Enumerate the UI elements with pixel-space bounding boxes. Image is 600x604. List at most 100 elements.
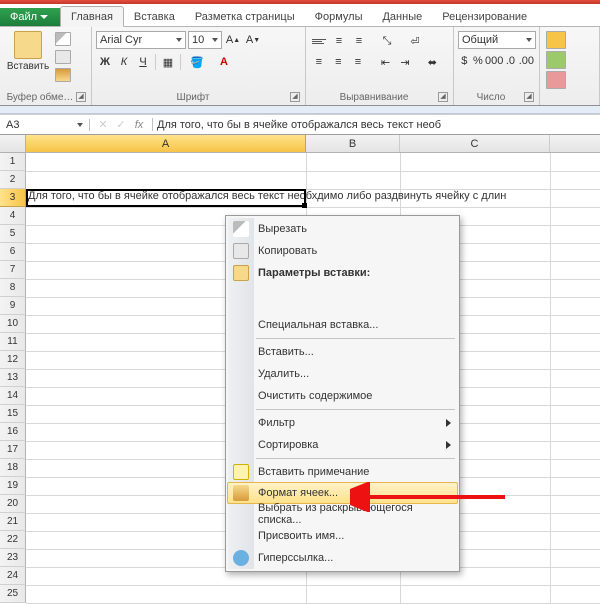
tab-insert[interactable]: Вставка [124, 7, 185, 26]
ribbon: Вставить Буфер обме…◢ Arial Cyr 10 A▲ A▼… [0, 26, 600, 106]
decrease-font-button[interactable]: A▼ [244, 31, 262, 49]
name-box[interactable]: A3 [0, 119, 90, 131]
decrease-decimal-button[interactable]: .00 [518, 52, 535, 70]
borders-button[interactable]: ▦ [159, 53, 177, 71]
row-header[interactable]: 8 [0, 279, 26, 297]
align-top-button[interactable] [310, 32, 328, 50]
row-header[interactable]: 12 [0, 351, 26, 369]
align-right-button[interactable]: ≡ [349, 53, 367, 71]
percent-button[interactable]: % [472, 52, 485, 70]
cancel-formula-icon[interactable]: ✕ [96, 118, 110, 131]
row-header[interactable]: 21 [0, 513, 26, 531]
paste-icon [14, 31, 42, 59]
row-header[interactable]: 25 [0, 585, 26, 603]
align-center-button[interactable]: ≡ [330, 53, 348, 71]
cell-styles-button[interactable] [546, 71, 566, 89]
row-header[interactable]: 9 [0, 297, 26, 315]
column-header-c[interactable]: C [400, 135, 550, 152]
dialog-launcher-icon[interactable]: ◢ [524, 92, 534, 102]
row-header[interactable]: 2 [0, 171, 26, 189]
row-header[interactable]: 24 [0, 567, 26, 585]
formula-input[interactable]: Для того, что бы в ячейке отображался ве… [153, 119, 600, 131]
row-header[interactable]: 6 [0, 243, 26, 261]
ctx-define-name[interactable]: Присвоить имя... [228, 525, 457, 547]
ribbon-group-font: Arial Cyr 10 A▲ A▼ Ж К Ч ▦ 🪣 A Шрифт◢ [92, 27, 306, 105]
number-group-label: Число [477, 92, 506, 103]
increase-decimal-button[interactable]: .0 [504, 52, 517, 70]
ctx-format-cells[interactable]: Формат ячеек... [227, 482, 458, 504]
copy-button[interactable] [55, 50, 71, 64]
row-header[interactable]: 14 [0, 387, 26, 405]
ctx-paste-special[interactable]: Специальная вставка... [228, 314, 457, 336]
font-color-button[interactable]: A [211, 53, 237, 71]
ctx-copy[interactable]: Копировать [228, 240, 457, 262]
enter-formula-icon[interactable]: ✓ [114, 118, 128, 131]
row-header[interactable]: 19 [0, 477, 26, 495]
column-header-b[interactable]: B [306, 135, 400, 152]
ctx-pick-from-list[interactable]: Выбрать из раскрывающегося списка... [228, 503, 457, 525]
merge-button[interactable]: ⬌ [416, 53, 449, 71]
fill-handle[interactable] [302, 203, 307, 208]
dialog-launcher-icon[interactable]: ◢ [76, 92, 86, 102]
align-bottom-button[interactable]: ≡ [350, 32, 368, 50]
ctx-hyperlink[interactable]: Гиперссылка... [228, 547, 457, 569]
row-header[interactable]: 3 [0, 189, 26, 207]
tab-home[interactable]: Главная [60, 6, 124, 27]
submenu-arrow-icon [446, 441, 451, 449]
dialog-launcher-icon[interactable]: ◢ [290, 92, 300, 102]
row-header[interactable]: 23 [0, 549, 26, 567]
number-format-combo[interactable]: Общий [458, 31, 536, 49]
currency-button[interactable]: $ [458, 52, 471, 70]
row-header[interactable]: 18 [0, 459, 26, 477]
italic-button[interactable]: К [115, 53, 133, 71]
tab-data[interactable]: Данные [372, 7, 432, 26]
wrap-text-button[interactable]: ⏎ [398, 32, 432, 50]
bold-button[interactable]: Ж [96, 53, 114, 71]
ctx-insert-comment[interactable]: Вставить примечание [228, 461, 457, 483]
fx-icon[interactable]: fx [132, 119, 146, 131]
font-name-combo[interactable]: Arial Cyr [96, 31, 186, 49]
align-left-button[interactable]: ≡ [310, 53, 328, 71]
orientation-button[interactable]: ⤡ [378, 32, 396, 50]
fill-color-button[interactable]: 🪣 [184, 53, 210, 71]
conditional-formatting-button[interactable] [546, 31, 566, 49]
row-header[interactable]: 20 [0, 495, 26, 513]
cut-button[interactable] [55, 32, 71, 46]
ctx-delete[interactable]: Удалить... [228, 363, 457, 385]
row-header[interactable]: 15 [0, 405, 26, 423]
row-header[interactable]: 7 [0, 261, 26, 279]
row-header[interactable]: 1 [0, 153, 26, 171]
ctx-filter[interactable]: Фильтр [228, 412, 457, 434]
decrease-indent-button[interactable]: ⇤ [377, 53, 395, 71]
increase-indent-button[interactable]: ⇥ [396, 53, 414, 71]
row-header[interactable]: 5 [0, 225, 26, 243]
tab-page-layout[interactable]: Разметка страницы [185, 7, 305, 26]
row-header[interactable]: 13 [0, 369, 26, 387]
format-painter-button[interactable] [55, 68, 71, 82]
ctx-insert[interactable]: Вставить... [228, 341, 457, 363]
dialog-launcher-icon[interactable]: ◢ [438, 92, 448, 102]
column-header-a[interactable]: A [26, 135, 306, 152]
paste-button[interactable]: Вставить [4, 29, 52, 74]
paste-label: Вставить [7, 61, 49, 72]
ctx-cut[interactable]: Вырезать [228, 218, 457, 240]
row-header[interactable]: 11 [0, 333, 26, 351]
ctx-clear[interactable]: Очистить содержимое [228, 385, 457, 407]
ctx-sort[interactable]: Сортировка [228, 434, 457, 456]
font-size-combo[interactable]: 10 [188, 31, 222, 49]
tab-review[interactable]: Рецензирование [432, 7, 537, 26]
row-header[interactable]: 16 [0, 423, 26, 441]
row-header[interactable]: 10 [0, 315, 26, 333]
row-header[interactable]: 4 [0, 207, 26, 225]
ribbon-group-clipboard: Вставить Буфер обме…◢ [0, 27, 92, 105]
format-table-button[interactable] [546, 51, 566, 69]
tab-file[interactable]: Файл [0, 8, 60, 26]
underline-button[interactable]: Ч [134, 53, 152, 71]
comma-button[interactable]: 000 [485, 52, 503, 70]
row-header[interactable]: 22 [0, 531, 26, 549]
tab-formulas[interactable]: Формулы [305, 7, 373, 26]
row-header[interactable]: 17 [0, 441, 26, 459]
select-all-corner[interactable] [0, 135, 26, 152]
increase-font-button[interactable]: A▲ [224, 31, 242, 49]
align-middle-button[interactable]: ≡ [330, 32, 348, 50]
